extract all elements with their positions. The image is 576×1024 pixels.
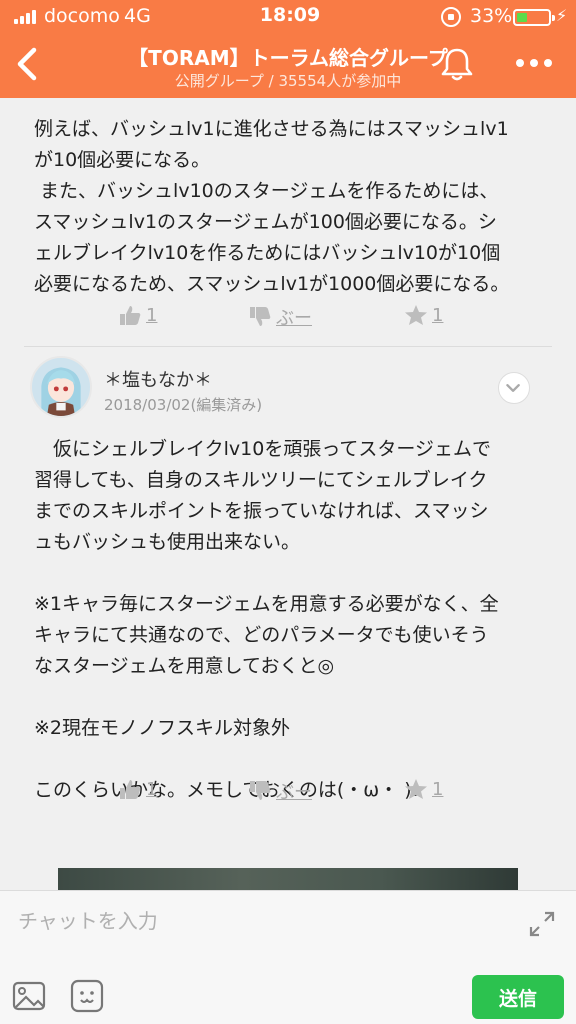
emoji-icon [70,979,104,1013]
like-count: 1 [146,778,158,800]
dislike-label: ぶー [276,308,312,329]
dislike-button[interactable]: ぶー [248,778,312,804]
bell-icon [441,48,473,81]
like-button[interactable]: 1 [118,304,157,326]
thumbs-up-icon [120,306,141,325]
avatar[interactable] [30,356,92,418]
message-options-button[interactable] [498,372,530,404]
star-count: 1 [432,778,444,800]
chevron-down-icon [506,384,520,392]
chat-header: 【TORAM】トーラム総合グループ 公開グループ / 35554人が参加中 [0,34,576,98]
status-time: 18:09 [259,4,321,26]
battery-percent: 33% [470,5,513,27]
chat-input-bar: 送信 [0,890,576,1024]
user-avatar-icon [32,358,90,416]
author-name[interactable]: ＊塩もなか＊ [104,366,212,392]
carrier-name: docomo [44,5,120,27]
star-button[interactable]: 1 [404,304,443,326]
thumbs-down-icon [250,307,271,326]
thumbs-down-icon [250,781,271,800]
charging-icon: ⚡ [556,6,568,25]
star-button[interactable]: 1 [404,778,443,800]
post-date: 2018/03/02(編集済み) [104,396,263,414]
message-text: 例えば、バッシュlv1に進化させる為にはスマッシュlv1 が10個必要になる。 … [34,118,510,295]
expand-input-button[interactable] [527,909,557,939]
more-dots-icon [516,59,552,67]
photo-button[interactable] [12,979,46,1013]
dislike-label: ぶー [276,782,312,803]
more-button[interactable] [512,48,556,78]
network-type: 4G [124,5,151,27]
star-count: 1 [432,304,444,326]
star-icon [405,305,427,325]
signal-icon [14,10,36,24]
message-list[interactable]: 例えば、バッシュlv1に進化させる為にはスマッシュlv1 が10個必要になる。 … [0,98,576,890]
emoji-button[interactable] [70,979,104,1013]
notification-button[interactable] [440,46,474,82]
chat-input[interactable] [18,901,498,941]
like-count: 1 [146,304,158,326]
message-text: 仮にシェルブレイクlv10を頑張ってスタージェムで 習得しても、自身のスキルツリ… [34,438,499,801]
thumbs-up-icon [120,780,141,799]
image-icon [12,981,46,1011]
battery-icon [513,9,555,26]
reaction-bar: 1 ぶー 1 [118,778,478,806]
message-divider [24,346,552,347]
status-bar: docomo 4G 18:09 33% ⚡ [0,0,576,34]
like-button[interactable]: 1 [118,778,157,800]
back-button[interactable] [10,42,50,86]
star-icon [405,779,427,799]
reaction-bar: 1 ぶー 1 [118,304,478,332]
send-button[interactable]: 送信 [472,975,564,1019]
dislike-button[interactable]: ぶー [248,304,312,330]
rotation-lock-icon [441,7,461,27]
image-attachment[interactable] [58,868,518,890]
expand-arrows-icon [529,911,555,937]
chevron-left-icon [17,47,37,81]
